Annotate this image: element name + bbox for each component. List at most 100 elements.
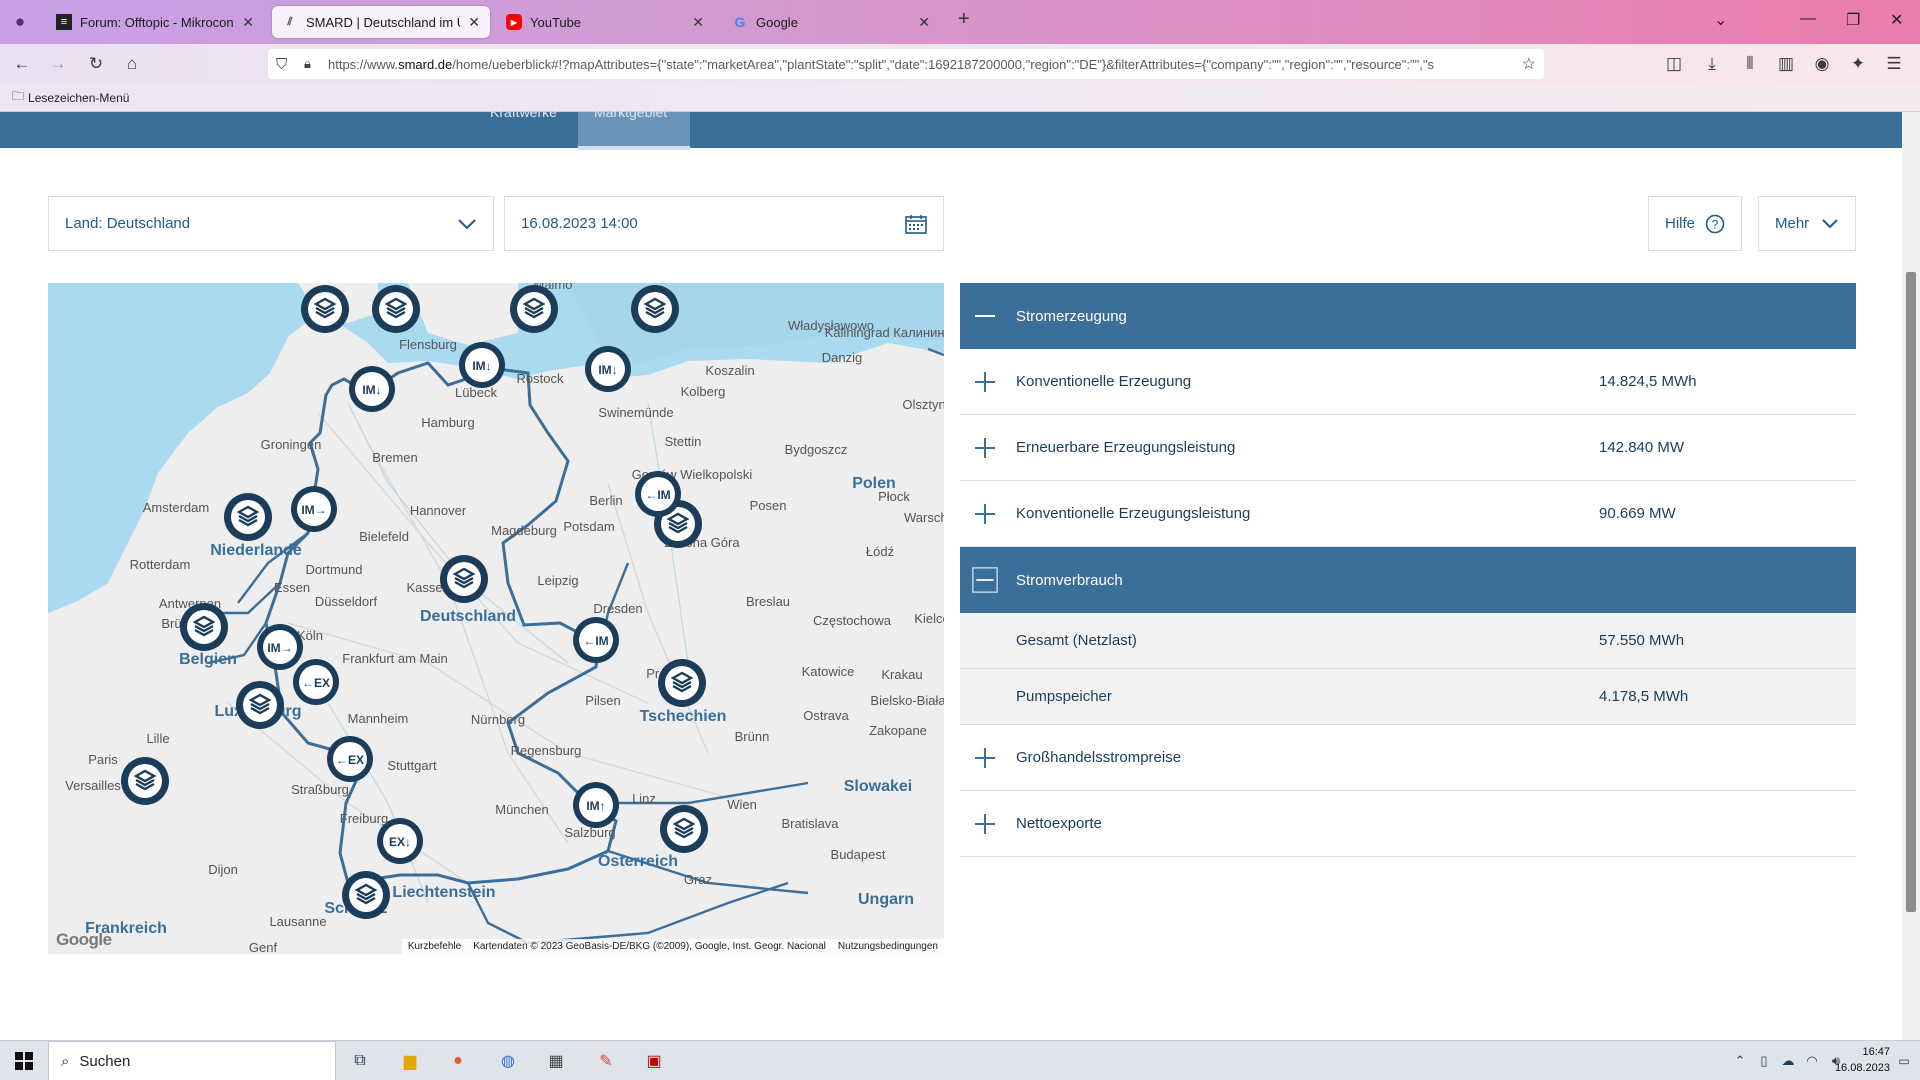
taskbar-search[interactable]: ⌕ Suchen <box>48 1041 336 1080</box>
expand-plus-icon[interactable] <box>972 435 998 461</box>
close-window-icon[interactable]: ✕ <box>1890 10 1903 30</box>
url-bar[interactable]: ⛉ 🔒︎ https://www.smard.de/home/ueberblic… <box>268 49 1544 79</box>
more-button[interactable]: Mehr <box>1758 196 1856 251</box>
city-label: Frankfurt am Main <box>342 651 447 666</box>
city-label: Potsdam <box>563 519 614 534</box>
tab-kraftwerke[interactable]: Kraftwerke <box>474 105 573 148</box>
pen-app-icon[interactable]: ✎ <box>588 1045 624 1077</box>
expand-plus-icon[interactable] <box>972 501 998 527</box>
flow-badge[interactable]: ←EX <box>327 736 373 782</box>
menu-icon[interactable]: ☰ <box>1882 52 1906 76</box>
bookmark-star-icon[interactable]: ☆ <box>1522 54 1536 74</box>
generation-hub-icon[interactable] <box>440 555 488 603</box>
github-icon[interactable]: ◍ <box>490 1045 526 1077</box>
city-label: Linz <box>632 791 656 806</box>
city-label: Nürnberg <box>471 712 525 727</box>
generation-hub-icon[interactable] <box>121 757 169 805</box>
new-tab-icon[interactable]: + <box>958 8 970 31</box>
data-row[interactable]: Konventionelle Erzeugungsleistung 90.669 … <box>960 481 1856 547</box>
flow-badge[interactable]: IM↓ <box>349 366 395 412</box>
firefox-icon[interactable]: ● <box>440 1045 476 1077</box>
minimize-icon[interactable]: — <box>1800 10 1816 28</box>
home-icon[interactable]: ⌂ <box>120 52 144 76</box>
generation-hub-icon[interactable] <box>658 659 706 707</box>
back-icon[interactable]: ← <box>10 52 34 76</box>
generation-hub-icon[interactable] <box>180 603 228 651</box>
library-icon[interactable]: ⫴ <box>1738 52 1762 76</box>
flow-badge[interactable]: IM↓ <box>459 342 505 388</box>
shield-icon[interactable]: ⛉ <box>276 56 287 73</box>
generation-hub-icon[interactable] <box>510 285 558 333</box>
generation-hub-icon[interactable] <box>224 493 272 541</box>
browser-tab-3[interactable]: ▶ YouTube ✕ <box>496 6 714 38</box>
generation-hub-icon[interactable] <box>660 805 708 853</box>
city-label: Leipzig <box>537 573 578 588</box>
collapse-minus-icon[interactable] <box>972 303 998 329</box>
flow-badge[interactable]: IM→ <box>291 486 337 532</box>
close-tab-icon[interactable]: ✕ <box>468 14 480 31</box>
sidebar-icon[interactable]: ▥ <box>1774 52 1798 76</box>
page-scrollbar[interactable] <box>1902 112 1920 1040</box>
generation-hub-icon[interactable] <box>372 285 420 333</box>
expand-plus-icon[interactable] <box>972 369 998 395</box>
lock-icon[interactable]: 🔒︎ <box>304 56 311 72</box>
pdf-reader-icon[interactable]: ▣ <box>636 1045 672 1077</box>
shortcuts-link[interactable]: Kurzbefehle <box>408 941 461 952</box>
bookmarks-menu[interactable]: Lesezeichen-Menü <box>28 91 129 105</box>
close-tab-icon[interactable]: ✕ <box>918 14 930 31</box>
restore-icon[interactable]: ❐ <box>1846 10 1860 30</box>
expand-plus-icon[interactable] <box>972 811 998 837</box>
reload-icon[interactable]: ↻ <box>84 52 108 76</box>
data-row[interactable]: Konventionelle Erzeugung 14.824,5 MWh <box>960 349 1856 415</box>
windows-start-icon[interactable] <box>6 1045 42 1077</box>
notifications-icon[interactable]: ▭ <box>1890 1045 1918 1077</box>
city-label: Kielce <box>914 611 944 626</box>
close-tab-icon[interactable]: ✕ <box>242 14 254 31</box>
generation-hub-icon[interactable] <box>236 681 284 729</box>
calculator-icon[interactable]: ▦ <box>538 1045 574 1077</box>
account-icon[interactable]: ◉ <box>1810 52 1834 76</box>
extensions-icon[interactable]: ✦ <box>1846 52 1870 76</box>
data-row[interactable]: Nettoexporte <box>960 791 1856 857</box>
file-explorer-icon[interactable]: ▆ <box>392 1045 428 1077</box>
flow-badge[interactable]: IM↓ <box>585 346 631 392</box>
flow-badge[interactable]: IM↑ <box>573 782 619 828</box>
close-tab-icon[interactable]: ✕ <box>692 14 704 31</box>
browser-tab-4[interactable]: G Google ✕ <box>722 6 940 38</box>
task-view-icon[interactable]: ⧉ <box>342 1045 378 1077</box>
collapse-minus-icon[interactable] <box>972 567 998 593</box>
market-map[interactable]: DänemarkNiederlandeBelgienLuxemburgDeuts… <box>48 283 944 954</box>
expand-plus-icon[interactable] <box>972 745 998 771</box>
section-header[interactable]: Stromerzeugung <box>960 283 1856 349</box>
terms-link[interactable]: Nutzungsbedingungen <box>838 941 938 952</box>
datetime-picker[interactable]: 16.08.2023 14:00 <box>504 196 944 251</box>
flow-badge[interactable]: ←IM <box>635 471 681 517</box>
flow-badge-text: IM→ <box>267 641 292 655</box>
browser-tab-2[interactable]: ⫽ SMARD | Deutschland im Überb ✕ <box>272 6 490 38</box>
generation-hub-icon[interactable] <box>342 871 390 919</box>
tab-list-icon[interactable]: ⌄ <box>1714 10 1727 30</box>
pocket-icon[interactable]: ◫ <box>1662 52 1686 76</box>
generation-hub-icon[interactable] <box>631 285 679 333</box>
flow-badge[interactable]: ←EX <box>293 659 339 705</box>
data-row[interactable]: Erneuerbare Erzeugungsleistung 142.840 MW <box>960 415 1856 481</box>
generation-hub-icon[interactable] <box>301 285 349 333</box>
flow-badge[interactable]: IM→ <box>257 624 303 670</box>
country-select[interactable]: Land: Deutschland <box>48 196 494 251</box>
scrollbar-thumb[interactable] <box>1906 272 1916 912</box>
downloads-icon[interactable]: ⤓ <box>1700 52 1724 76</box>
browser-tab-1[interactable]: ≡ Forum: Offtopic - Mikrocontrol ✕ <box>46 6 264 38</box>
flow-badge[interactable]: EX↓ <box>377 818 423 864</box>
flow-badge[interactable]: ←IM <box>573 617 619 663</box>
section-header[interactable]: Stromverbrauch <box>960 547 1856 613</box>
city-label: Warschau <box>904 510 944 525</box>
firefox-menu-icon[interactable]: ● <box>8 10 32 34</box>
taskbar-clock[interactable]: 16:47 16.08.2023 <box>1835 1044 1890 1076</box>
data-row[interactable]: Gesamt (Netzlast) 57.550 MWh <box>960 613 1856 669</box>
tab-marktgebiet[interactable]: Marktgebiet <box>578 105 690 150</box>
data-row[interactable]: Pumpspeicher 4.178,5 MWh <box>960 669 1856 725</box>
data-row[interactable]: Großhandelsstrompreise <box>960 725 1856 791</box>
help-button[interactable]: Hilfe ? <box>1648 196 1742 251</box>
calendar-icon[interactable] <box>905 214 927 234</box>
forward-icon[interactable]: → <box>46 52 70 76</box>
